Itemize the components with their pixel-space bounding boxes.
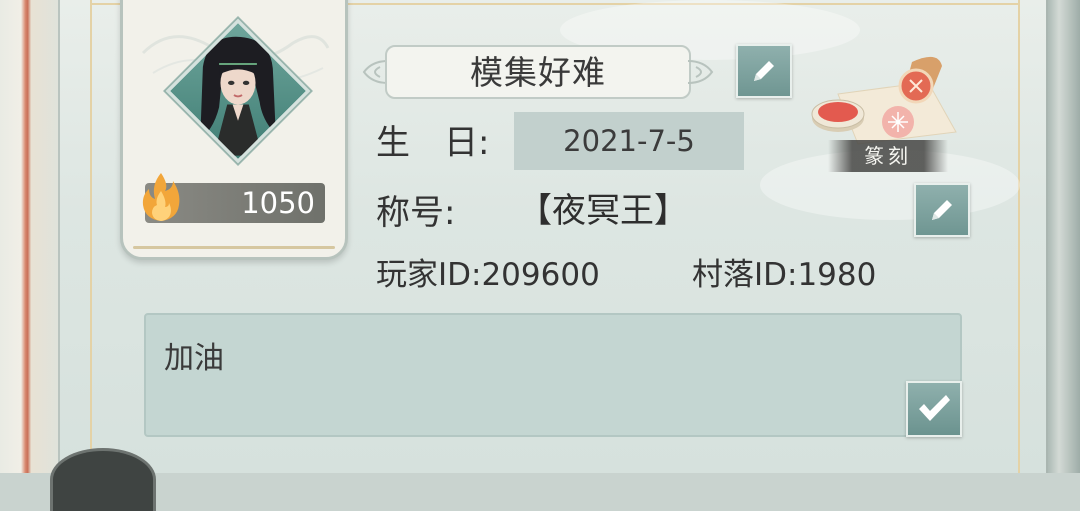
name-banner: 模集好难: [358, 43, 718, 105]
confirm-signature-button[interactable]: [906, 381, 962, 437]
seal-carving-button[interactable]: 篆刻: [808, 52, 968, 177]
edit-title-button[interactable]: [914, 183, 970, 237]
signature-input[interactable]: 加油: [144, 313, 962, 437]
village-id: 村落ID:1980: [692, 257, 877, 293]
banner-ornament-right: [687, 60, 714, 84]
heat-value: 1050: [241, 186, 315, 220]
corner-button[interactable]: [50, 448, 156, 511]
fire-icon: [142, 173, 180, 221]
birthday-label: 生 日:: [376, 123, 490, 163]
player-title: 【夜冥王】: [518, 191, 688, 231]
pencil-icon: [754, 61, 774, 81]
heat-value-bar: 1050: [142, 173, 325, 223]
checkmark-icon: [919, 395, 950, 421]
portrait-image: [200, 36, 276, 156]
player-id: 玩家ID:209600: [376, 257, 600, 293]
edit-name-button[interactable]: [736, 44, 792, 98]
birthday-value: 2021-7-5: [514, 112, 744, 170]
title-label: 称号:: [376, 193, 456, 233]
signature-text: 加油: [164, 341, 224, 376]
avatar-panel[interactable]: 1050: [120, 0, 348, 260]
seal-label: 篆刻: [828, 140, 948, 172]
avatar-frame: [165, 18, 311, 164]
left-background: [0, 0, 60, 473]
seal-icon: [811, 56, 957, 145]
player-name: 模集好难: [385, 45, 691, 99]
avatar[interactable]: [165, 18, 311, 164]
pencil-icon: [932, 200, 952, 220]
